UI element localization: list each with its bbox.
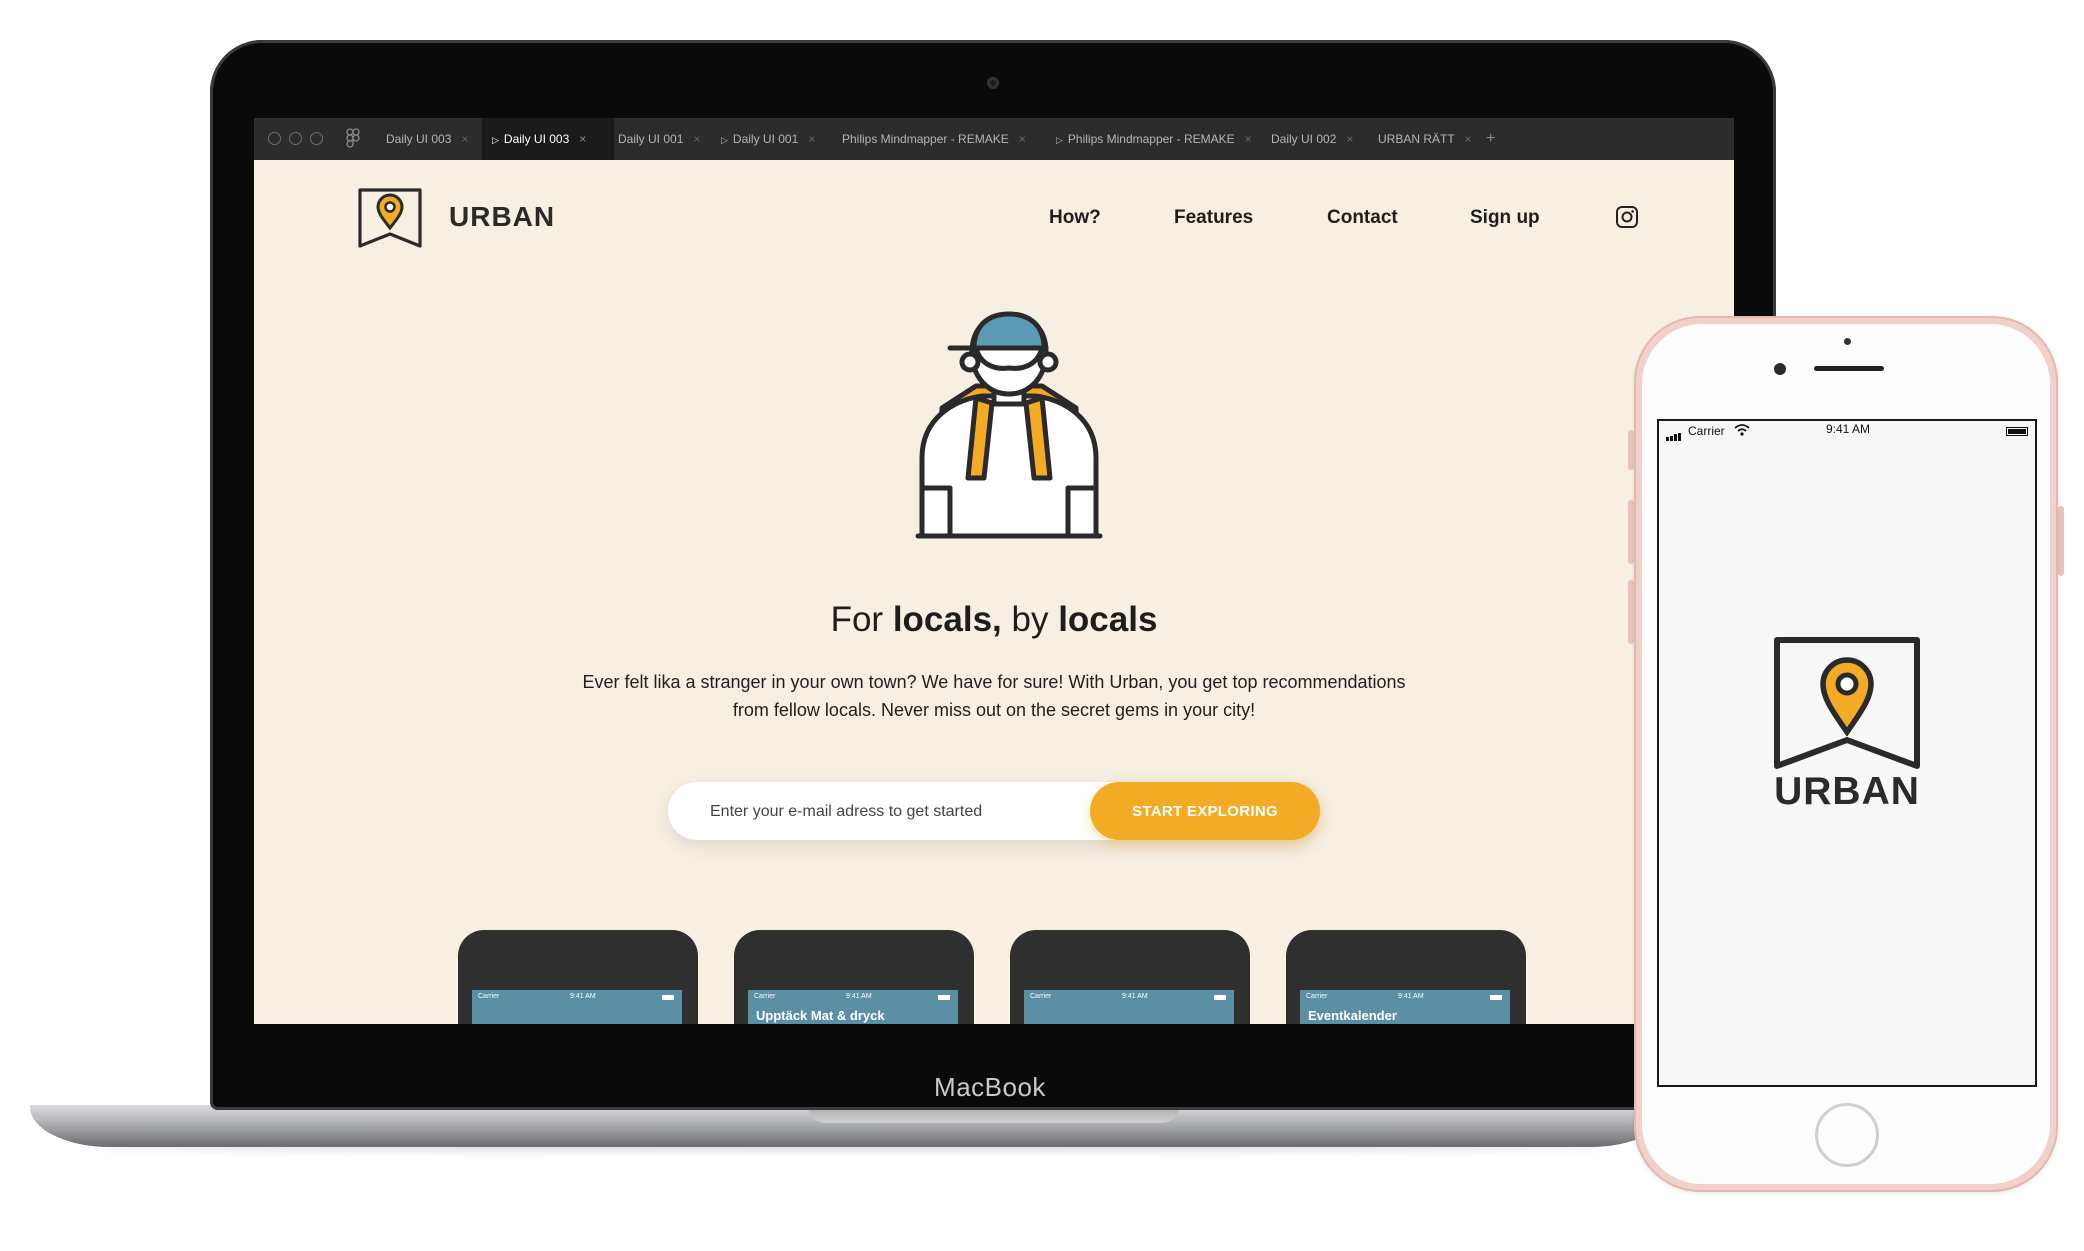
nav-contact[interactable]: Contact (1327, 207, 1398, 229)
carrier-label: Carrier (1030, 993, 1052, 1000)
time-label: 9:41 AM (1826, 422, 1871, 436)
phone-preview-screen: Carrier 9:41 AM (472, 990, 682, 1024)
preview-title: Eventkalender (1308, 1008, 1397, 1023)
play-icon: ▷ (1056, 135, 1063, 145)
tab-label: Philips Mindmapper - REMAKE (842, 132, 1009, 146)
tab-label: Daily UI 003 (386, 132, 452, 146)
nav-sign-up[interactable]: Sign up (1470, 207, 1540, 229)
hero-headline: For locals, by locals (254, 600, 1734, 640)
brand-name[interactable]: URBAN (449, 201, 555, 233)
tab-daily-ui-003-prototype[interactable]: ▷ Daily UI 003 × (482, 118, 614, 160)
tab-label: URBAN RÄTT (1378, 132, 1455, 146)
status-bar: Carrier 9:41 AM (1306, 993, 1504, 1000)
browser-tab-bar: Daily UI 003 × ▷ Daily UI 003 × Daily UI 00… (254, 118, 1734, 160)
tab-label: Philips Mindmapper - REMAKE (1067, 132, 1235, 146)
time-label: 9:41 AM (570, 993, 596, 1000)
close-tab-icon[interactable]: × (808, 132, 815, 146)
phone-speaker (1814, 366, 1884, 371)
phone-brand-name: URBAN (1774, 770, 1920, 813)
feature-phone-preview[interactable]: Carrier 9:41 AM (458, 930, 698, 1024)
status-bar: Carrier 9:41 AM (478, 993, 676, 1000)
battery-icon (662, 995, 674, 1000)
phone-front-camera (1774, 363, 1786, 375)
carrier-label: Carrier (1306, 993, 1328, 1000)
close-tab-icon[interactable]: × (1019, 132, 1026, 146)
tab-daily-ui-003[interactable]: Daily UI 003 × (376, 118, 478, 160)
tab-philips-mindmapper[interactable]: Philips Mindmapper - REMAKE × (832, 118, 1036, 160)
phone-preview-screen: Carrier 9:41 AM Upptäck Mat & dryck (748, 990, 958, 1024)
hero-description: Ever felt lika a stranger in your own to… (554, 668, 1434, 724)
phone-preview-screen: Carrier 9:41 AM Eventkalender (1300, 990, 1510, 1024)
start-exploring-button[interactable]: START EXPLORING (1090, 782, 1320, 840)
wifi-icon (1734, 424, 1750, 436)
carrier-label: Carrier (754, 993, 776, 1000)
close-tab-icon[interactable]: × (1245, 132, 1252, 146)
tab-urban-ratt[interactable]: URBAN RÄTT × (1368, 118, 1482, 160)
tab-label: Daily UI 001 (732, 132, 799, 146)
description-line: Ever felt lika a stranger in your own to… (582, 672, 1406, 692)
minimize-window-button[interactable] (289, 132, 302, 145)
figma-icon[interactable] (346, 128, 360, 148)
tab-label: Daily UI 001 (618, 132, 684, 146)
battery-icon (2006, 427, 2028, 436)
feature-phone-preview[interactable]: Carrier 9:41 AM (1010, 930, 1250, 1024)
local-guide-illustration (915, 311, 1103, 539)
preview-title: Upptäck Mat & dryck (756, 1008, 885, 1023)
headline-part: by (1001, 600, 1059, 639)
tab-label: Daily UI 002 (1271, 132, 1337, 146)
carrier-label: Carrier (1688, 424, 1725, 438)
headline-emphasis: locals, (892, 600, 1002, 639)
laptop-label: MacBook (934, 1072, 1046, 1102)
phone-status-bar: Carrier 9:41 AM (1666, 422, 2028, 441)
feature-phone-preview[interactable]: Carrier 9:41 AM Upptäck Mat & dryck (734, 930, 974, 1024)
time-label: 9:41 AM (1398, 993, 1424, 1000)
email-input[interactable] (708, 782, 1102, 842)
laptop-screen: Daily UI 003 × ▷ Daily UI 003 × Daily UI 00… (254, 118, 1734, 1024)
nav-how[interactable]: How? (1049, 207, 1101, 229)
home-button[interactable] (1815, 1103, 1879, 1167)
close-tab-icon[interactable]: × (579, 132, 586, 146)
new-tab-button[interactable]: + (1486, 118, 1495, 160)
tab-daily-ui-001-prototype[interactable]: ▷ Daily UI 001 × (711, 118, 825, 160)
zoom-window-button[interactable] (310, 132, 323, 145)
tab-label: Daily UI 003 (503, 132, 570, 146)
close-tab-icon[interactable]: × (461, 132, 468, 146)
window-controls (268, 132, 331, 150)
tab-daily-ui-001[interactable]: Daily UI 001 × (608, 118, 710, 160)
play-icon: ▷ (492, 135, 499, 145)
status-bar: Carrier 9:41 AM (1030, 993, 1228, 1000)
headline-part: For (830, 600, 893, 639)
close-tab-icon[interactable]: × (1465, 132, 1472, 146)
signal-icon (1666, 427, 1682, 441)
headline-emphasis: locals (1058, 600, 1158, 639)
close-window-button[interactable] (268, 132, 281, 145)
description-line: from fellow locals. Never miss out on th… (732, 700, 1256, 720)
battery-icon (1214, 995, 1226, 1000)
battery-icon (938, 995, 950, 1000)
battery-icon (1490, 995, 1502, 1000)
time-label: 9:41 AM (1122, 993, 1148, 1000)
urban-logo-icon[interactable] (1773, 636, 1921, 774)
tab-daily-ui-002[interactable]: Daily UI 002 × (1261, 118, 1363, 160)
phone-power-button (2058, 506, 2064, 576)
carrier-label: Carrier (478, 993, 500, 1000)
time-label: 9:41 AM (846, 993, 872, 1000)
status-bar: Carrier 9:41 AM (754, 993, 952, 1000)
close-tab-icon[interactable]: × (693, 132, 700, 146)
phone-sensor (1844, 338, 1851, 345)
close-tab-icon[interactable]: × (1346, 132, 1353, 146)
play-icon: ▷ (721, 135, 728, 145)
tab-philips-mindmapper-prototype[interactable]: ▷ Philips Mindmapper - REMAKE × (1046, 118, 1262, 160)
laptop-camera (987, 77, 999, 89)
instagram-icon[interactable] (1615, 205, 1639, 229)
urban-logo-icon[interactable] (358, 188, 422, 250)
phone-preview-screen: Carrier 9:41 AM (1024, 990, 1234, 1024)
feature-phone-preview[interactable]: Carrier 9:41 AM Eventkalender (1286, 930, 1526, 1024)
nav-features[interactable]: Features (1174, 207, 1253, 229)
